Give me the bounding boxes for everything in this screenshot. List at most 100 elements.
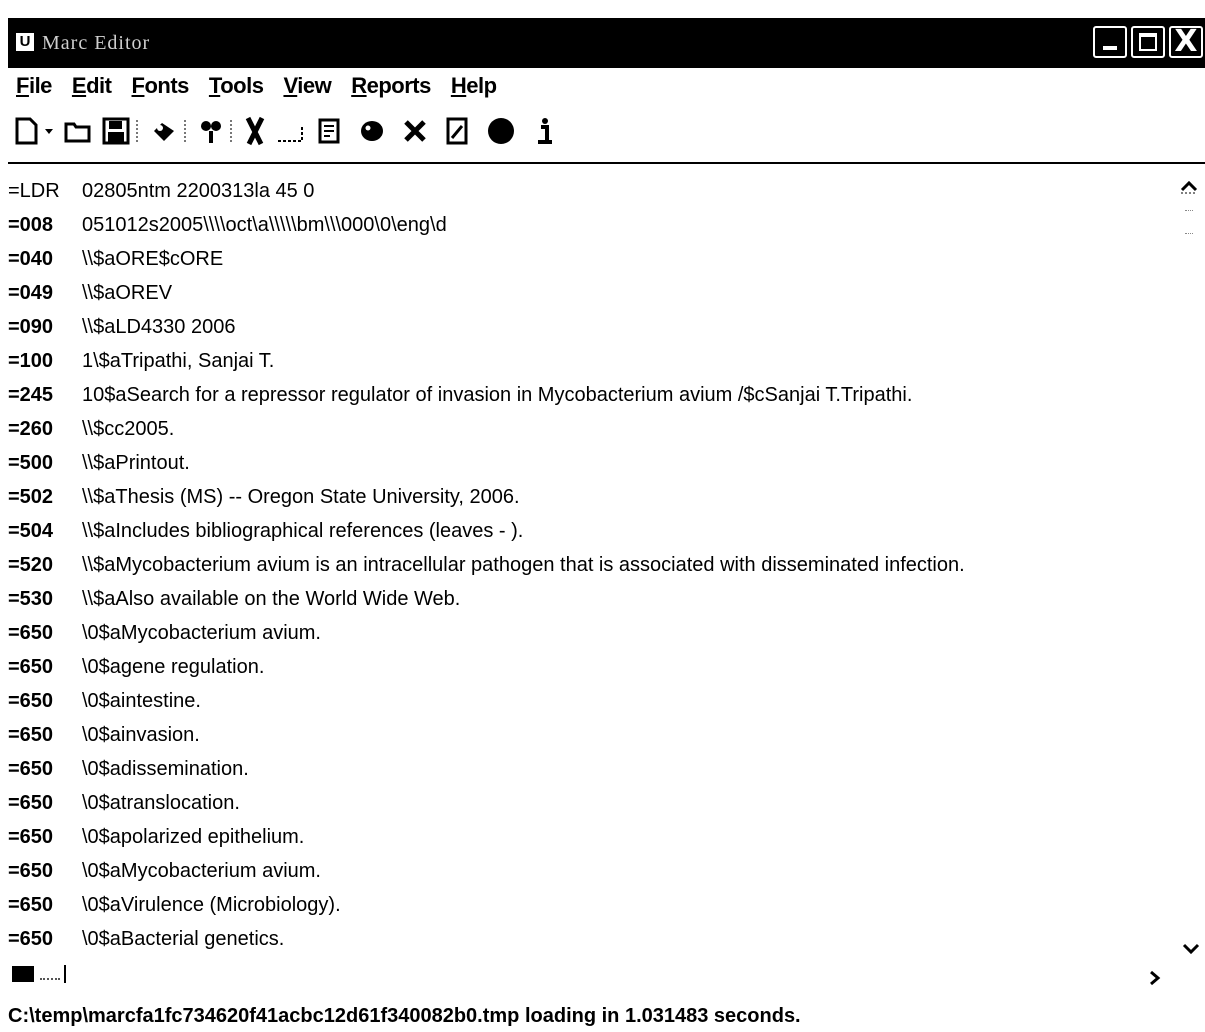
record-line[interactable]: =650 \0$aBacterial genetics. (8, 922, 284, 956)
record-line[interactable]: =500 \\$aPrintout. (8, 446, 190, 480)
close-button[interactable]: X (1169, 26, 1203, 58)
menu-help[interactable]: Help (451, 70, 497, 102)
vertical-scroll-thumb[interactable] (1185, 210, 1193, 234)
marc-editor-window: U Marc Editor X File Edit Fonts Tools Vi… (8, 18, 1205, 1029)
field-value: \\$aPrintout. (82, 452, 190, 474)
record-line[interactable]: =504 \\$aIncludes bibliographical referen… (8, 514, 523, 548)
maximize-button[interactable] (1131, 26, 1165, 58)
info-button[interactable] (532, 113, 558, 149)
record-line[interactable]: =245 10$aSearch for a repressor regulator… (8, 378, 912, 412)
scroll-right-icon (1150, 970, 1161, 986)
record-line[interactable]: =520 \\$aMycobacterium avium is an intrac… (8, 548, 965, 582)
toolbar-separator (230, 120, 234, 142)
toolbar-separator (184, 120, 188, 142)
validate-button[interactable] (358, 113, 386, 149)
record-line[interactable]: =008 051012s2005\\\\oct\a\\\\\bm\\\000\0\… (8, 208, 447, 242)
scroll-right-button[interactable] (1147, 968, 1161, 993)
print-icon (154, 123, 174, 141)
info-icon (538, 118, 552, 144)
field-value: \0$ainvasion. (82, 724, 200, 746)
menu-fonts-label: onts (144, 73, 189, 98)
field-tag: =650 (8, 826, 54, 848)
menu-reports[interactable]: Reports (351, 70, 431, 102)
field-value: \\$cc2005. (82, 418, 175, 440)
record-line[interactable]: =260 \\$cc2005. (8, 412, 174, 446)
new-dropdown-button[interactable] (44, 113, 54, 149)
cut-button[interactable] (244, 113, 266, 149)
record-line[interactable]: =650 \0$aMycobacterium avium. (8, 616, 321, 650)
scroll-left-button[interactable] (12, 962, 92, 986)
compile-button[interactable] (486, 113, 516, 149)
delete-button[interactable] (402, 113, 428, 149)
menu-tools[interactable]: Tools (209, 70, 264, 102)
record-line[interactable]: =650 \0$apolarized epithelium. (8, 820, 304, 854)
field-value: \\$aLD4330 2006 (82, 316, 236, 338)
menu-file[interactable]: File (16, 70, 52, 102)
field-tag: =090 (8, 316, 54, 338)
field-tag: =260 (8, 418, 54, 440)
field-value: 02805ntm 2200313la 45 0 (82, 180, 315, 202)
record-line[interactable]: =090 \\$aLD4330 2006 (8, 310, 235, 344)
field-value: \0$agene regulation. (82, 656, 265, 678)
field-value: \0$apolarized epithelium. (82, 826, 305, 848)
validate-icon (361, 121, 383, 141)
field-value: \\$aMycobacterium avium is an intracellu… (82, 554, 965, 576)
open-button[interactable] (64, 113, 92, 149)
toolbar-separator (136, 120, 140, 142)
field-value: 10$aSearch for a repressor regulator of … (82, 384, 913, 406)
copy-button[interactable] (276, 113, 306, 149)
field-tag: =650 (8, 860, 54, 882)
scroll-down-button[interactable] (1181, 936, 1201, 960)
record-line[interactable]: =049 \\$aOREV (8, 276, 172, 310)
field-tag: =650 (8, 622, 54, 644)
minimize-button[interactable] (1093, 26, 1127, 58)
paste-button[interactable] (316, 113, 342, 149)
field-tag: =650 (8, 928, 54, 950)
menu-view-mnemonic: V (283, 73, 298, 98)
record-line[interactable]: =650 \0$ainvasion. (8, 718, 200, 752)
field-tag: =530 (8, 588, 54, 610)
find-button[interactable] (198, 113, 224, 149)
record-line[interactable]: =650 \0$adissemination. (8, 752, 249, 786)
scroll-up-button[interactable] (1179, 176, 1199, 200)
record-line[interactable]: =650 \0$aMycobacterium avium. (8, 854, 321, 888)
minimize-icon (1103, 46, 1117, 50)
print-button[interactable] (150, 113, 178, 149)
record-line[interactable]: =650 \0$aintestine. (8, 684, 201, 718)
field-tag: =502 (8, 486, 54, 508)
menu-fonts-mnemonic: F (131, 73, 145, 98)
app-icon[interactable]: U (16, 33, 34, 51)
menu-edit[interactable]: Edit (72, 70, 112, 102)
field-tag: =100 (8, 350, 54, 372)
edit-record-button[interactable] (444, 113, 470, 149)
menu-tools-label: ools (220, 73, 264, 98)
new-document-button[interactable] (14, 113, 40, 149)
menu-help-mnemonic: H (450, 73, 467, 98)
horizontal-scroll-thumb[interactable] (40, 968, 60, 980)
record-line[interactable]: =502 \\$aThesis (MS) -- Oregon State Univ… (8, 480, 520, 514)
record-line[interactable]: =650 \0$agene regulation. (8, 650, 264, 684)
title-bar[interactable]: U Marc Editor X (8, 18, 1205, 68)
menu-fonts[interactable]: Fonts (131, 70, 190, 102)
record-line[interactable]: =650 \0$aVirulence (Microbiology). (8, 888, 341, 922)
field-value: 1\$aTripathi, Sanjai T. (82, 350, 275, 372)
field-tag: =650 (8, 894, 54, 916)
record-editor[interactable]: =LDR 02805ntm 2200313la 45 0 =008 051012s2… (8, 164, 1205, 970)
scroll-down-icon (1182, 943, 1200, 955)
new-document-icon (15, 117, 38, 145)
record-line[interactable]: =100 1\$aTripathi, Sanjai T. (8, 344, 274, 378)
save-button[interactable] (102, 113, 130, 149)
record-line[interactable]: =040 \\$aORE$cORE (8, 242, 223, 276)
window-controls: X (1093, 26, 1203, 60)
record-line[interactable]: =530 \\$aAlso available on the World Wide… (8, 582, 460, 616)
copy-icon (278, 125, 303, 142)
menu-view[interactable]: View (283, 70, 331, 102)
field-tag: =650 (8, 724, 54, 746)
toolbar (8, 104, 1205, 158)
compile-icon (488, 118, 514, 144)
field-value: \0$aMycobacterium avium. (82, 860, 321, 882)
record-line[interactable]: =650 \0$atranslocation. (8, 786, 240, 820)
scroll-left-icon (12, 966, 34, 982)
record-line[interactable]: =LDR 02805ntm 2200313la 45 0 (8, 174, 314, 208)
field-value: \0$aVirulence (Microbiology). (82, 894, 341, 916)
